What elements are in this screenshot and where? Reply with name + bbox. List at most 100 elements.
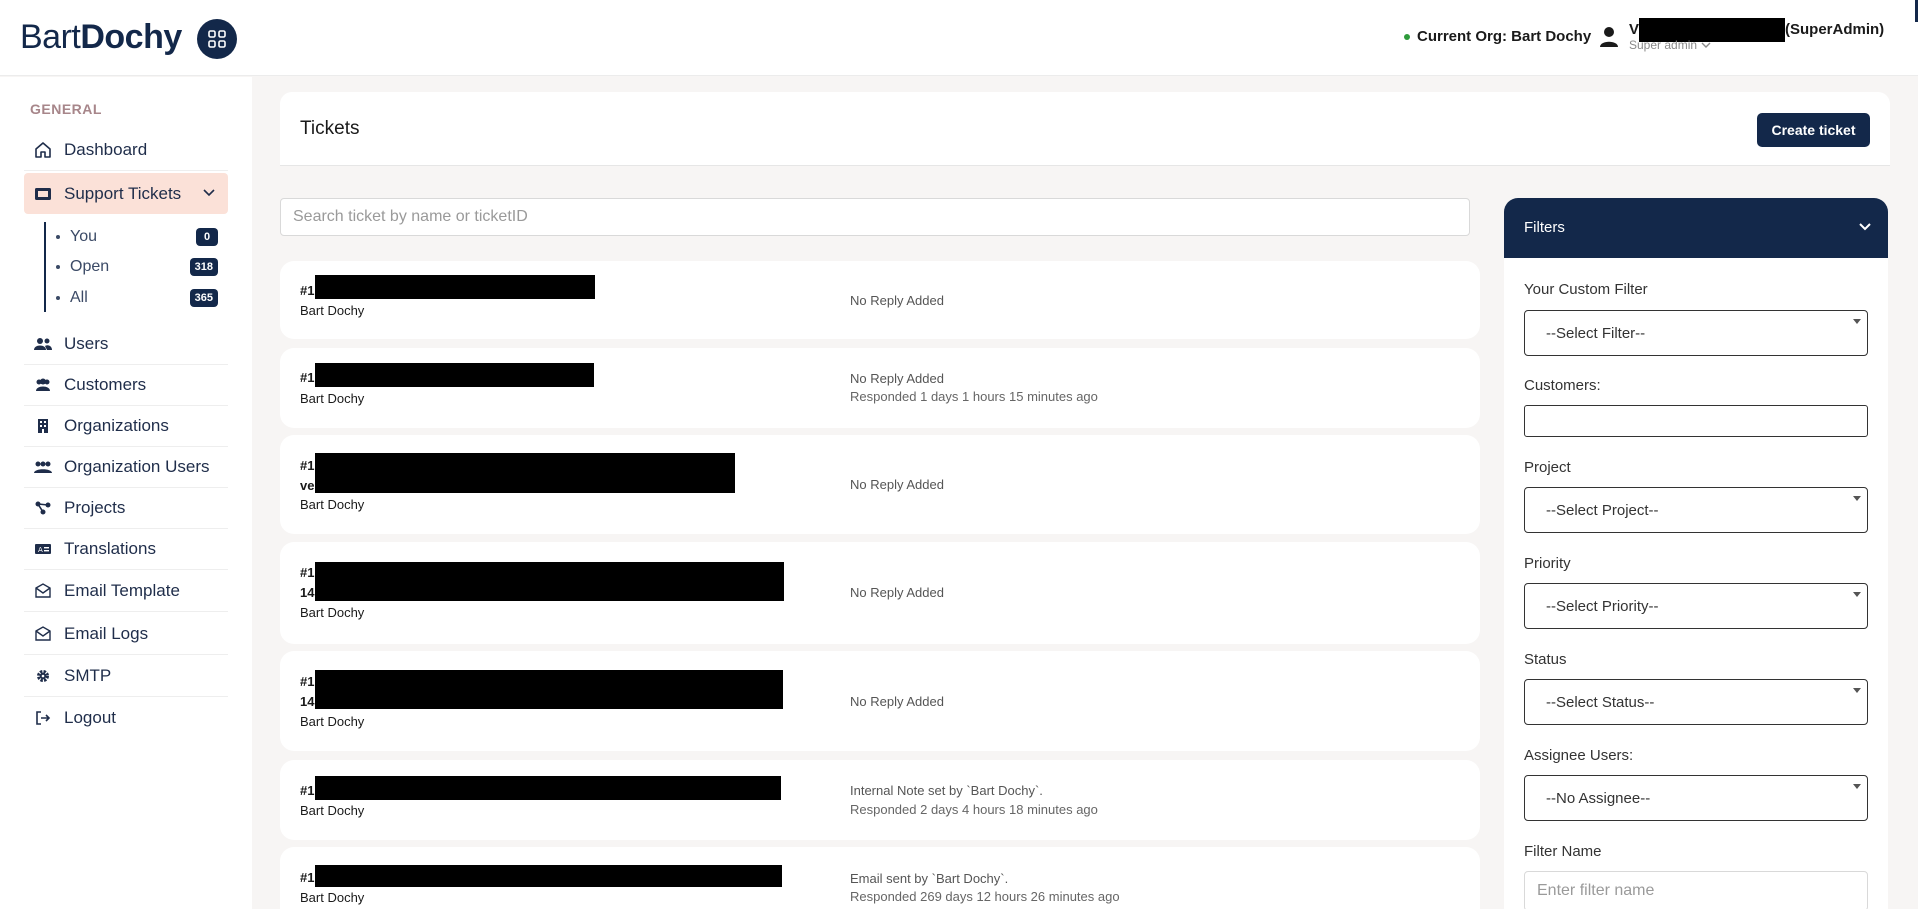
assignee-select[interactable]: --No Assignee-- <box>1524 775 1868 821</box>
assignee-label: Assignee Users: <box>1524 747 1634 764</box>
count-badge: 318 <box>189 258 218 276</box>
sidebar-item-customers[interactable]: Customers <box>24 365 228 406</box>
redacted-block <box>315 363 594 387</box>
sidebar-item-label: Organization Users <box>64 457 210 476</box>
sidebar-item-label: Organizations <box>64 416 169 435</box>
sidebar-item-organizations[interactable]: Organizations <box>24 406 228 447</box>
project-select[interactable]: --Select Project-- <box>1524 487 1868 533</box>
ticket-org: Bart Dochy <box>300 714 365 729</box>
count-badge: 365 <box>189 289 218 307</box>
sidebar-item-label: Support Tickets <box>64 183 182 203</box>
custom-filter-select[interactable]: --Select Filter-- <box>1524 310 1868 356</box>
email-icon <box>34 625 52 643</box>
ticket-responded: Responded 2 days 4 hours 18 minutes ago <box>850 802 1098 817</box>
logo[interactable]: BartDochy <box>20 18 182 57</box>
submenu-item-all[interactable]: All 365 <box>56 286 222 310</box>
ticket-responded: Responded 269 days 12 hours 26 minutes a… <box>850 889 1120 904</box>
redacted-block <box>315 776 781 800</box>
ticket-org: Bart Dochy <box>300 605 365 620</box>
submenu-label: You <box>70 228 97 245</box>
sidebar-item-label: Email Logs <box>64 624 149 643</box>
filter-name-input[interactable] <box>1524 871 1868 909</box>
submenu-label: Open <box>70 258 110 275</box>
bullet-icon <box>56 235 60 239</box>
sidebar-item-projects[interactable]: Projects <box>24 488 228 529</box>
ticket-card[interactable]: #1 ve Bart Dochy No Reply Added <box>280 435 1480 534</box>
select-value: --Select Filter-- <box>1546 324 1646 342</box>
ticket-id: #1 <box>300 283 315 298</box>
create-ticket-button[interactable]: Create ticket <box>1757 113 1870 147</box>
sidebar-section-title: GENERAL <box>30 101 102 117</box>
ticket-card[interactable]: #1 14 Bart Dochy No Reply Added <box>280 542 1480 644</box>
user-role-dropdown[interactable]: Super admin <box>1629 38 1711 52</box>
ticket-status: No Reply Added <box>850 293 944 308</box>
sidebar-item-logout[interactable]: Logout <box>24 697 228 738</box>
filters-title: Filters <box>1524 219 1565 236</box>
sidebar-item-label: Users <box>64 334 109 353</box>
sidebar-item-dashboard[interactable]: Dashboard <box>24 130 228 171</box>
search-input[interactable] <box>280 198 1470 236</box>
select-value: --Select Priority-- <box>1546 597 1659 615</box>
ticket-card[interactable]: #1 Bart Dochy No Reply Added Responded 1… <box>280 348 1480 428</box>
select-value: --Select Project-- <box>1546 501 1659 519</box>
submenu-item-open[interactable]: Open 318 <box>56 255 222 279</box>
sidebar-item-organization-users[interactable]: Organization Users <box>24 447 228 488</box>
bullet-icon <box>56 296 60 300</box>
user-initial: V <box>1629 20 1640 38</box>
sidebar-item-label: Logout <box>64 707 116 727</box>
ticket-status: No Reply Added <box>850 585 944 600</box>
dropdown-arrow-icon <box>1853 688 1861 693</box>
sidebar-item-label: SMTP <box>64 666 112 685</box>
dropdown-arrow-icon <box>1853 319 1861 324</box>
org-users-icon <box>34 458 52 476</box>
priority-select[interactable]: --Select Priority-- <box>1524 583 1868 629</box>
ticket-card[interactable]: #1 Bart Dochy Internal Note set by `Bart… <box>280 760 1480 840</box>
filters-panel: Filters Your Custom Filter --Select Filt… <box>1504 198 1888 909</box>
sidebar-item-email-template[interactable]: Email Template <box>24 571 228 612</box>
customers-label: Customers: <box>1524 377 1601 394</box>
ticket-org: Bart Dochy <box>300 303 365 318</box>
ticket-status: No Reply Added <box>850 371 944 386</box>
redacted-block <box>315 865 782 887</box>
app-switcher-button[interactable] <box>197 19 237 59</box>
status-dot-icon <box>1404 33 1410 40</box>
ticket-status: No Reply Added <box>850 694 944 709</box>
sidebar-item-translations[interactable]: A Translations <box>24 529 228 570</box>
ticket-title: ve <box>300 478 315 493</box>
sidebar-item-label: Dashboard <box>64 140 148 159</box>
sidebar-item-label: Customers <box>64 375 147 394</box>
status-select[interactable]: --Select Status-- <box>1524 679 1868 725</box>
customers-input[interactable] <box>1524 405 1868 437</box>
user-icon[interactable] <box>1599 26 1619 48</box>
tickets-header: Tickets Create ticket <box>280 92 1890 166</box>
submenu-line <box>44 222 46 312</box>
select-value: --No Assignee-- <box>1546 789 1651 807</box>
logout-icon <box>34 709 52 727</box>
sidebar-item-label: Projects <box>64 498 126 517</box>
select-value: --Select Status-- <box>1546 693 1655 711</box>
users-icon <box>34 335 52 353</box>
chevron-down-icon[interactable] <box>1858 220 1872 234</box>
chevron-down-icon[interactable] <box>202 185 216 199</box>
translation-icon: A <box>34 540 52 558</box>
submenu-item-you[interactable]: You 0 <box>56 225 222 249</box>
ticket-responded: Responded 1 days 1 hours 15 minutes ago <box>850 389 1098 404</box>
current-org: Current Org: Bart Dochy <box>1404 28 1591 45</box>
sidebar-item-smtp[interactable]: SMTP <box>24 656 228 697</box>
ticket-card[interactable]: #1 Bart Dochy Email sent by `Bart Dochy`… <box>280 847 1480 909</box>
ticket-card[interactable]: #1 Bart Dochy No Reply Added <box>280 261 1480 339</box>
customers-icon <box>34 376 52 394</box>
ticket-card[interactable]: #1 14 Bart Dochy No Reply Added <box>280 651 1480 751</box>
sidebar-item-email-logs[interactable]: Email Logs <box>24 614 228 655</box>
current-org-label: Current Org: Bart Dochy <box>1417 28 1592 45</box>
filters-header[interactable]: Filters <box>1504 198 1888 258</box>
redacted-block <box>315 275 595 299</box>
sidebar-item-label: Translations <box>64 539 156 558</box>
sidebar-item-users[interactable]: Users <box>24 324 228 365</box>
ticket-id: #1 <box>300 870 315 885</box>
ticket-status: Internal Note set by `Bart Dochy`. <box>850 783 1043 798</box>
email-icon <box>34 582 52 600</box>
ticket-id: #1 <box>300 370 315 385</box>
sidebar-item-label: Email Template <box>64 581 180 600</box>
sidebar-item-support-tickets[interactable]: Support Tickets <box>24 173 228 214</box>
